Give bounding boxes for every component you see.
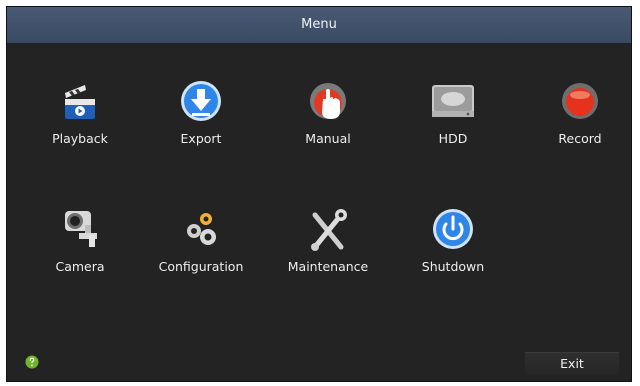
menu-item-manual[interactable]: Manual [273,79,383,159]
menu-item-hdd[interactable]: HDD [398,79,508,159]
menu-item-record[interactable]: Record [525,79,631,159]
menu-item-label: Manual [305,131,351,146]
menu-item-shutdown[interactable]: Shutdown [398,207,508,287]
exit-button[interactable]: Exit [525,352,619,375]
menu-item-playback[interactable]: Playback [25,79,135,159]
menu-item-label: Playback [52,131,108,146]
menu-item-label: Shutdown [421,259,485,274]
menu-title: Menu [7,7,631,44]
menu-item-label: Configuration [158,259,244,274]
menu-item-label: Record [558,131,602,146]
menu-item-label: Export [180,131,222,146]
playback-icon [55,79,105,125]
maintenance-icon [303,207,353,253]
record-icon [555,79,605,125]
menu-window: Menu Playback Export Manual HDD Record C… [6,6,632,382]
menu-item-maintenance[interactable]: Maintenance [273,207,383,287]
menu-item-camera[interactable]: Camera [25,207,135,287]
menu-item-label: Camera [55,259,105,274]
help-icon[interactable] [25,355,39,369]
shutdown-icon [428,207,478,253]
export-icon [176,79,226,125]
configuration-icon [176,207,226,253]
menu-item-label: HDD [438,131,468,146]
camera-icon [55,207,105,253]
menu-item-export[interactable]: Export [146,79,256,159]
hdd-icon [428,79,478,125]
manual-icon [303,79,353,125]
menu-item-configuration[interactable]: Configuration [146,207,256,287]
menu-item-label: Maintenance [287,259,369,274]
